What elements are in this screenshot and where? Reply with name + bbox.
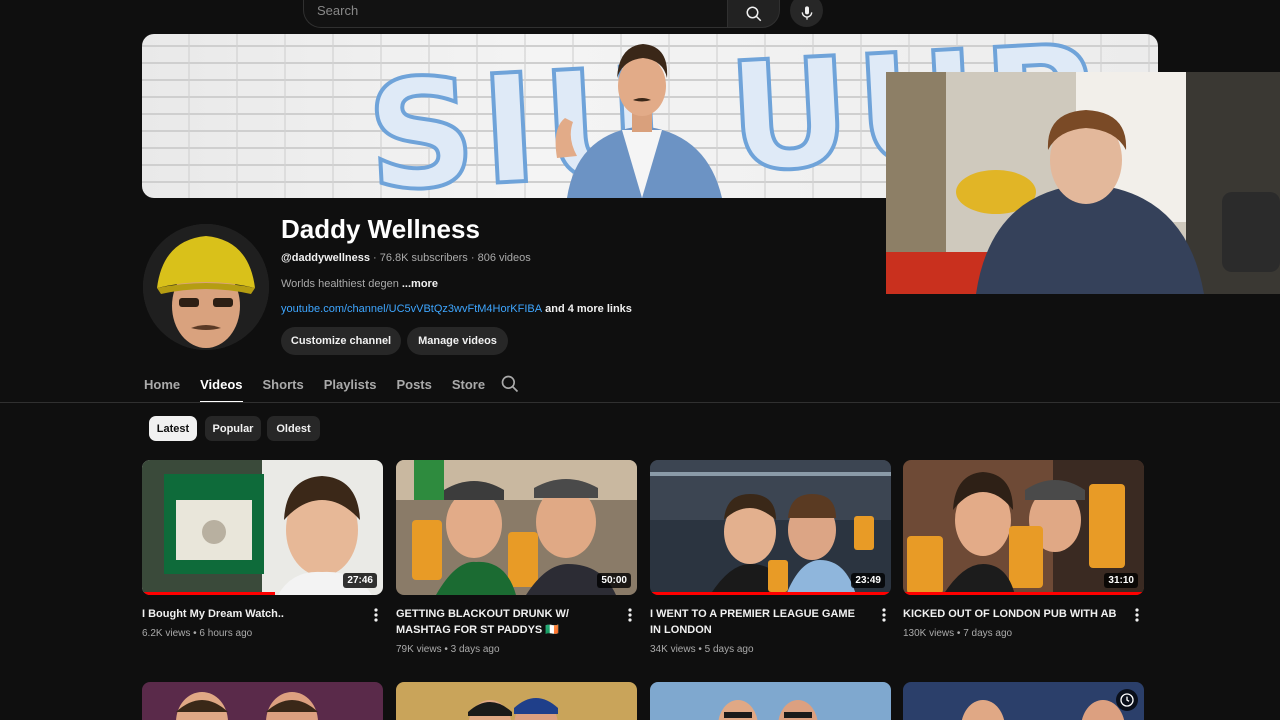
- video-meta: 34K views • 5 days ago: [650, 644, 754, 655]
- watch-progress-bar: [903, 592, 1144, 595]
- video-thumbnail[interactable]: [650, 682, 891, 720]
- video-duration: 31:10: [1104, 573, 1138, 588]
- search-input[interactable]: [317, 3, 697, 18]
- avatar-image: [143, 224, 269, 350]
- channel-name: Daddy Wellness: [281, 214, 480, 244]
- channel-description-text: Worlds healthiest degen: [281, 278, 402, 290]
- video-title[interactable]: I WENT TO A PREMIER LEAGUE GAME IN LONDO…: [650, 606, 865, 638]
- chip-popular[interactable]: Popular: [205, 416, 261, 441]
- tabs-divider: [0, 402, 1280, 403]
- clock-icon: [1120, 693, 1134, 707]
- video-options-button[interactable]: [1130, 606, 1144, 624]
- search-box[interactable]: [303, 0, 728, 28]
- chip-latest[interactable]: Latest: [149, 416, 197, 441]
- chip-oldest[interactable]: Oldest: [267, 416, 320, 441]
- video-meta: 130K views • 7 days ago: [903, 628, 1013, 639]
- channel-handle: @daddywellness: [281, 252, 370, 264]
- search-icon[interactable]: [500, 374, 520, 394]
- channel-meta: @daddywellness · 76.8K subscribers · 806…: [281, 252, 531, 264]
- video-thumbnail[interactable]: [142, 682, 383, 720]
- customize-channel-button[interactable]: Customize channel: [281, 327, 401, 355]
- tab-playlists[interactable]: Playlists: [324, 372, 377, 403]
- video-options-button[interactable]: [877, 606, 891, 624]
- watch-progress-bar: [142, 592, 275, 595]
- channel-tabs: Home Videos Shorts Playlists Posts Store: [144, 372, 505, 403]
- channel-stats: · 76.8K subscribers · 806 videos: [369, 252, 531, 264]
- watch-later-button[interactable]: [1116, 689, 1138, 711]
- video-card[interactable]: 27:46 I Bought My Dream Watch.. 6.2K vie…: [142, 460, 383, 639]
- search-button[interactable]: [727, 0, 780, 28]
- tab-videos[interactable]: Videos: [200, 372, 243, 403]
- video-duration: 50:00: [597, 573, 631, 588]
- video-meta: 79K views • 3 days ago: [396, 644, 500, 655]
- manage-videos-button[interactable]: Manage videos: [407, 327, 508, 355]
- channel-description: Worlds healthiest degen ...more: [281, 278, 438, 290]
- video-title[interactable]: KICKED OUT OF LONDON PUB WITH AB: [903, 606, 1118, 622]
- video-duration: 23:49: [851, 573, 885, 588]
- kebab-menu-icon: [628, 608, 632, 622]
- video-card[interactable]: 31:10 KICKED OUT OF LONDON PUB WITH AB 1…: [903, 460, 1144, 639]
- channel-avatar[interactable]: [143, 224, 269, 350]
- channel-url-link[interactable]: youtube.com/channel/UC5vVBtQz3wvFtM4HorK…: [281, 303, 542, 315]
- video-meta: 6.2K views • 6 hours ago: [142, 628, 253, 639]
- banner-person-image: [555, 44, 722, 198]
- tab-home[interactable]: Home: [144, 372, 180, 403]
- video-title[interactable]: I Bought My Dream Watch..: [142, 606, 357, 622]
- video-thumbnail[interactable]: 31:10: [903, 460, 1144, 595]
- video-duration: 27:46: [343, 573, 377, 588]
- search-icon: [746, 6, 761, 22]
- more-link[interactable]: ...more: [402, 278, 438, 290]
- video-title[interactable]: GETTING BLACKOUT DRUNK W/ MASHTAG FOR ST…: [396, 606, 611, 638]
- voice-search-button[interactable]: [790, 0, 823, 27]
- video-options-button[interactable]: [369, 606, 383, 624]
- video-options-button[interactable]: [623, 606, 637, 624]
- kebab-menu-icon: [882, 608, 886, 622]
- tab-store[interactable]: Store: [452, 372, 485, 403]
- tab-posts[interactable]: Posts: [396, 372, 431, 403]
- video-thumbnail[interactable]: [396, 682, 637, 720]
- video-thumbnail[interactable]: 50:00: [396, 460, 637, 595]
- webcam-overlay: [886, 72, 1280, 294]
- more-links[interactable]: and 4 more links: [542, 303, 632, 315]
- kebab-menu-icon: [374, 608, 378, 622]
- video-card[interactable]: 50:00 GETTING BLACKOUT DRUNK W/ MASHTAG …: [396, 460, 637, 655]
- tab-shorts[interactable]: Shorts: [263, 372, 304, 403]
- video-thumbnail[interactable]: 27:46: [142, 460, 383, 595]
- video-card[interactable]: 23:49 I WENT TO A PREMIER LEAGUE GAME IN…: [650, 460, 891, 655]
- video-thumbnail[interactable]: [903, 682, 1144, 720]
- watch-progress-bar: [650, 592, 891, 595]
- video-thumbnail[interactable]: 23:49: [650, 460, 891, 595]
- kebab-menu-icon: [1135, 608, 1139, 622]
- channel-links: youtube.com/channel/UC5vVBtQz3wvFtM4HorK…: [281, 303, 632, 315]
- microphone-icon: [801, 5, 812, 20]
